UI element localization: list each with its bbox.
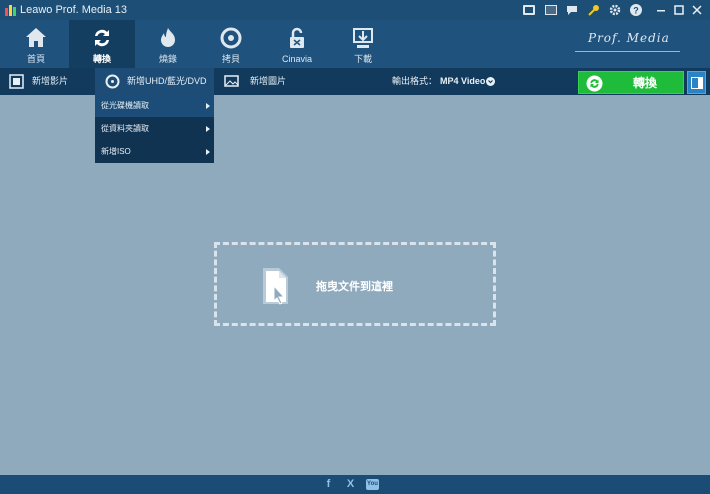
panel-icon	[691, 77, 703, 89]
window-title: Leawo Prof. Media 13	[20, 4, 128, 16]
settings-icon[interactable]	[608, 3, 622, 17]
brand-logo: Prof. Media	[588, 31, 670, 45]
side-panel-toggle[interactable]	[687, 71, 706, 94]
tab-burn-label: 燒錄	[158, 54, 177, 64]
file-drop-icon	[263, 268, 288, 305]
cinavia-unlock-icon	[290, 27, 304, 48]
chat-icon[interactable]	[565, 3, 579, 17]
add-video-label: 新增影片	[32, 76, 69, 86]
main-toolbar: 首頁 轉換 燒錄 拷貝 Cinavia 下載 Prof. Media	[0, 20, 710, 68]
film-icon	[9, 74, 24, 89]
title-bar: Leawo Prof. Media 13 ?	[0, 0, 710, 20]
add-uhd-label: 新增UHD/藍光/DVD	[127, 76, 207, 86]
tab-cinavia[interactable]: Cinavia	[264, 20, 330, 68]
tab-convert-label: 轉換	[92, 54, 111, 64]
tab-download[interactable]: 下載	[330, 20, 396, 68]
tab-copy-label: 拷貝	[221, 54, 240, 64]
submenu-arrow-icon	[206, 149, 210, 155]
menu-item-from-drive[interactable]: 從光碟機讀取	[95, 95, 214, 117]
add-photo-button[interactable]: 新增圖片	[218, 68, 308, 95]
output-format-select[interactable]: MP4 Video	[440, 68, 485, 95]
brand-underline	[575, 51, 680, 52]
submenu-arrow-icon	[206, 103, 210, 109]
tab-cinavia-label: Cinavia	[281, 54, 312, 64]
menu-item-label: 從資料夾讀取	[101, 124, 149, 133]
footer-bar: f X You	[0, 475, 710, 494]
drop-zone-label: 拖曳文件到這裡	[316, 281, 393, 293]
svg-text:?: ?	[633, 6, 639, 16]
key-icon[interactable]	[587, 3, 601, 17]
file-drop-zone[interactable]: 拖曳文件到這裡	[214, 242, 496, 326]
youtube-icon[interactable]: You	[366, 479, 379, 490]
help-icon[interactable]: ?	[629, 3, 643, 17]
shop-icon[interactable]	[522, 3, 536, 17]
convert-icon	[95, 29, 109, 47]
download-icon	[353, 28, 373, 48]
photo-add-icon	[224, 75, 239, 87]
disc-add-icon	[105, 74, 120, 89]
burn-icon	[161, 28, 175, 47]
minimize-icon[interactable]	[653, 2, 669, 18]
tab-download-label: 下載	[353, 54, 372, 64]
convert-button[interactable]: 轉換	[578, 71, 684, 94]
tab-copy[interactable]: 拷貝	[198, 20, 264, 68]
add-disc-dropdown: 從光碟機讀取 從資料夾讀取 新增ISO	[95, 95, 214, 163]
refresh-icon	[586, 75, 603, 92]
tab-convert[interactable]: 轉換	[69, 20, 135, 68]
submenu-arrow-icon	[206, 126, 210, 132]
output-format-label: 輸出格式：	[392, 76, 438, 86]
add-video-button[interactable]: 新增影片	[0, 68, 90, 95]
facebook-icon[interactable]: f	[322, 478, 335, 491]
maximize-icon[interactable]	[671, 2, 687, 18]
tab-home-label: 首頁	[26, 54, 45, 64]
screen-record-icon[interactable]	[544, 3, 558, 17]
tab-burn[interactable]: 燒錄	[135, 20, 201, 68]
menu-item-label: 從光碟機讀取	[101, 101, 149, 110]
copy-disc-icon	[220, 27, 242, 49]
x-twitter-icon[interactable]: X	[344, 478, 357, 491]
menu-item-label: 新增ISO	[101, 147, 131, 156]
menu-item-add-iso[interactable]: 新增ISO	[95, 141, 214, 163]
convert-label: 轉換	[633, 76, 658, 90]
menu-item-from-folder[interactable]: 從資料夾讀取	[95, 118, 214, 140]
chevron-down-icon[interactable]	[486, 77, 495, 86]
add-uhd-button[interactable]: 新增UHD/藍光/DVD	[95, 68, 214, 95]
close-icon[interactable]	[689, 2, 705, 18]
app-logo-icon	[5, 5, 16, 16]
home-icon	[26, 28, 46, 47]
tab-home[interactable]: 首頁	[3, 20, 69, 68]
add-photo-label: 新增圖片	[250, 76, 287, 86]
